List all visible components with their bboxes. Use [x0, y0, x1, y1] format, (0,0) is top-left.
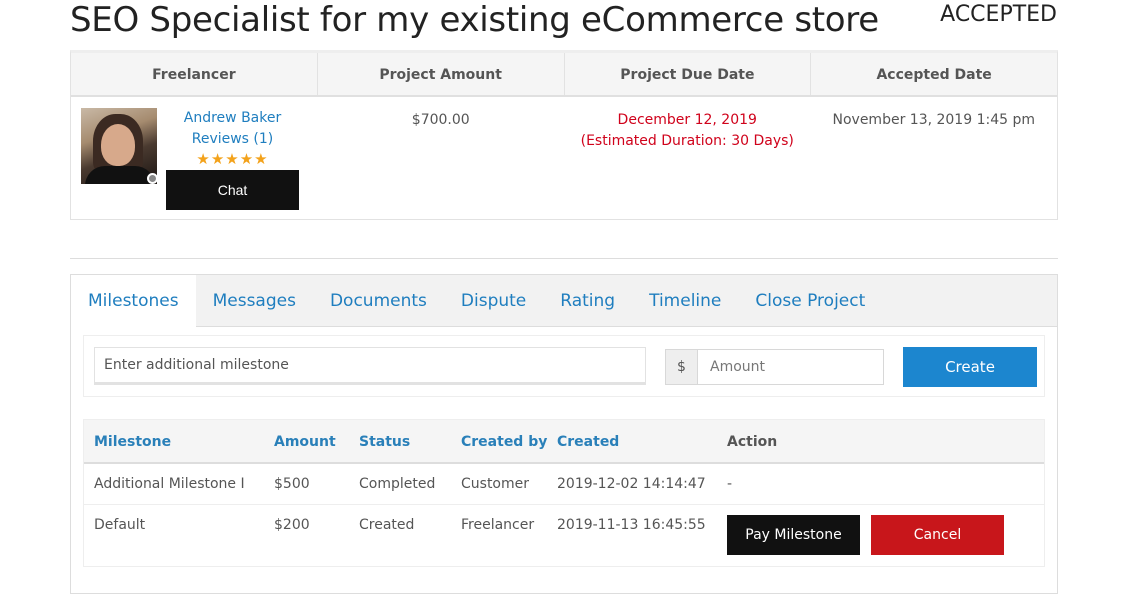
- milestone-name: Default: [94, 517, 146, 533]
- milestones-table: Milestone Amount Status Created by Creat…: [83, 419, 1045, 567]
- header-accepted-date: Accepted Date: [876, 67, 992, 83]
- project-amount-value: $700.00: [411, 112, 470, 128]
- header-freelancer: Freelancer: [71, 53, 318, 95]
- tab-bar: Milestones Messages Documents Dispute Ra…: [71, 275, 1057, 328]
- milestone-created-by: Customer: [461, 476, 530, 492]
- freelancer-info: Andrew Baker Reviews (1) ★★★★★ Chat: [166, 108, 299, 210]
- milestone-status: Completed: [359, 476, 436, 492]
- project-status: ACCEPTED: [940, 2, 1057, 27]
- milestone-amount: $500: [274, 476, 310, 492]
- tab-timeline[interactable]: Timeline: [632, 275, 738, 326]
- chat-button[interactable]: Chat: [166, 170, 299, 210]
- col-header-status[interactable]: Status: [359, 420, 410, 464]
- milestone-amount-input[interactable]: [697, 349, 884, 385]
- due-date-cell: December 12, 2019 (Estimated Duration: 3…: [564, 97, 811, 220]
- tab-rating[interactable]: Rating: [543, 275, 632, 326]
- summary-body-row: Andrew Baker Reviews (1) ★★★★★ Chat $700…: [71, 97, 1057, 220]
- milestones-header-row: Milestone Amount Status Created by Creat…: [84, 420, 1044, 464]
- avatar[interactable]: [81, 108, 157, 184]
- tab-close-project[interactable]: Close Project: [738, 275, 882, 326]
- summary-header-row: Freelancer Project Amount Project Due Da…: [71, 53, 1057, 97]
- col-header-action: Action: [727, 434, 778, 450]
- col-header-created[interactable]: Created: [557, 420, 619, 464]
- pay-milestone-button[interactable]: Pay Milestone: [727, 515, 860, 555]
- milestone-action: -: [727, 476, 733, 492]
- milestone-name: Additional Milestone I: [94, 476, 245, 492]
- col-header-milestone[interactable]: Milestone: [94, 420, 171, 464]
- estimated-duration: (Estimated Duration: 30 Days): [580, 133, 794, 149]
- tab-messages[interactable]: Messages: [196, 275, 313, 326]
- milestone-created-by: Freelancer: [461, 517, 535, 533]
- page-title: SEO Specialist for my existing eCommerce…: [70, 0, 879, 40]
- tab-documents[interactable]: Documents: [313, 275, 444, 326]
- project-tabs-panel: Milestones Messages Documents Dispute Ra…: [70, 274, 1058, 594]
- add-milestone-form: $ Create: [83, 335, 1045, 397]
- online-status-icon: [147, 173, 158, 184]
- table-row: Additional Milestone I $500 Completed Cu…: [84, 464, 1044, 505]
- table-row: Default $200 Created Freelancer 2019-11-…: [84, 505, 1044, 566]
- project-summary-table: Freelancer Project Amount Project Due Da…: [70, 50, 1058, 220]
- create-milestone-button[interactable]: Create: [903, 347, 1037, 387]
- tab-milestones[interactable]: Milestones: [71, 275, 196, 328]
- cancel-milestone-button[interactable]: Cancel: [871, 515, 1004, 555]
- milestone-status: Created: [359, 517, 415, 533]
- milestone-created: 2019-12-02 14:14:47: [557, 476, 706, 492]
- tab-dispute[interactable]: Dispute: [444, 275, 543, 326]
- freelancer-name-link[interactable]: Andrew Baker: [166, 108, 299, 129]
- milestone-amount: $200: [274, 517, 310, 533]
- accepted-date-value: November 13, 2019 1:45 pm: [832, 112, 1036, 128]
- header-project-amount: Project Amount: [318, 53, 565, 95]
- section-divider: [70, 258, 1058, 259]
- currency-addon: $: [665, 349, 698, 385]
- milestone-created: 2019-11-13 16:45:55: [557, 517, 706, 533]
- reviews-link[interactable]: Reviews (1): [166, 129, 299, 150]
- header-project-due-date: Project Due Date: [565, 53, 812, 95]
- milestone-name-input[interactable]: [94, 347, 646, 385]
- rating-stars-icon: ★★★★★: [196, 150, 269, 168]
- col-header-created-by[interactable]: Created by: [461, 420, 547, 464]
- freelancer-cell: Andrew Baker Reviews (1) ★★★★★ Chat: [71, 97, 318, 220]
- col-header-amount[interactable]: Amount: [274, 420, 336, 464]
- due-date-value: December 12, 2019: [617, 112, 757, 128]
